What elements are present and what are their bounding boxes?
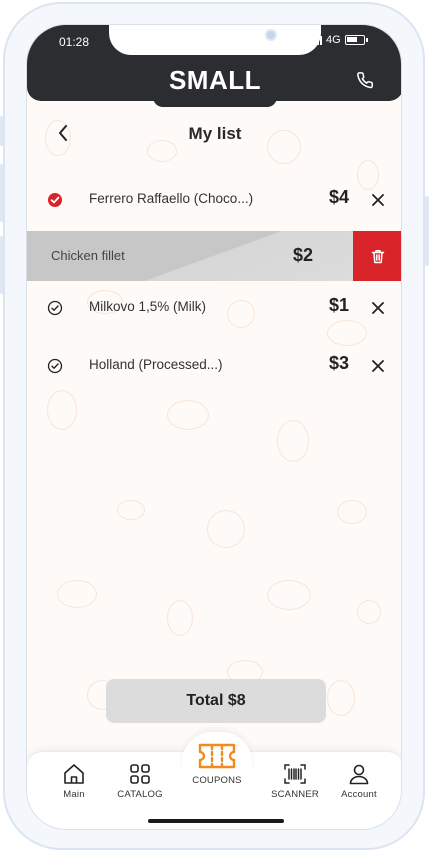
- app-header: 01:28 4G SMALL: [27, 25, 401, 107]
- grid-icon: [130, 764, 150, 784]
- barcode-scanner-icon: [284, 764, 306, 784]
- phone-side-button: [425, 196, 429, 266]
- phone-icon[interactable]: [356, 71, 376, 91]
- item-price: $2: [292, 245, 313, 265]
- home-icon: [64, 764, 84, 784]
- nav-main[interactable]: Main: [39, 763, 109, 800]
- close-icon[interactable]: [371, 359, 385, 373]
- nav-account[interactable]: Account: [324, 763, 394, 800]
- app-screen: 01:28 4G SMALL My list Ferrero Raffaello…: [26, 24, 402, 830]
- close-icon[interactable]: [371, 301, 385, 315]
- nav-scanner[interactable]: SCANNER: [260, 763, 330, 800]
- check-circle-icon[interactable]: [47, 358, 63, 374]
- nav-catalog[interactable]: CATALOG: [105, 763, 175, 800]
- page-title: My list: [188, 124, 242, 143]
- brand-logo: SMALL: [168, 65, 262, 95]
- item-price: $4: [328, 187, 349, 207]
- brand-tab: [153, 95, 277, 107]
- network-label: 4G: [326, 34, 341, 46]
- home-indicator: [148, 819, 284, 823]
- camera-icon: [265, 29, 277, 41]
- status-icons: 4G: [311, 34, 368, 46]
- user-icon: [349, 764, 369, 785]
- list-item[interactable]: Holland (Processed...) $3: [27, 344, 401, 388]
- nav-label: Main: [63, 789, 85, 800]
- total-button[interactable]: Total $8: [106, 679, 326, 723]
- nav-label: SCANNER: [271, 789, 319, 800]
- check-circle-icon[interactable]: [47, 300, 63, 316]
- signal-icon: [311, 35, 322, 45]
- item-price: $1: [328, 295, 349, 315]
- nav-coupons[interactable]: COUPONS: [182, 741, 252, 786]
- item-name: Holland (Processed...): [89, 357, 223, 372]
- nav-label: Account: [341, 789, 377, 800]
- status-time: 01:28: [59, 35, 90, 49]
- list-item-swiped[interactable]: Chicken fillet $2: [27, 231, 401, 281]
- nav-label: COUPONS: [192, 775, 242, 786]
- coupon-icon: [198, 743, 236, 769]
- item-name: Chicken fillet: [51, 248, 125, 263]
- item-price: $3: [328, 353, 349, 373]
- battery-icon: [344, 35, 368, 45]
- list-item[interactable]: Ferrero Raffaello (Choco...) $4: [27, 178, 401, 222]
- item-name: Milkovo 1,5% (Milk): [89, 299, 207, 314]
- list-item[interactable]: Milkovo 1,5% (Milk) $1: [27, 286, 401, 330]
- nav-label: CATALOG: [117, 789, 163, 800]
- device-notch: [109, 25, 321, 55]
- item-name: Ferrero Raffaello (Choco...): [89, 191, 254, 206]
- delete-button[interactable]: [353, 231, 401, 281]
- trash-icon: [371, 249, 385, 263]
- checked-circle-icon[interactable]: [47, 192, 63, 208]
- close-icon[interactable]: [371, 193, 385, 207]
